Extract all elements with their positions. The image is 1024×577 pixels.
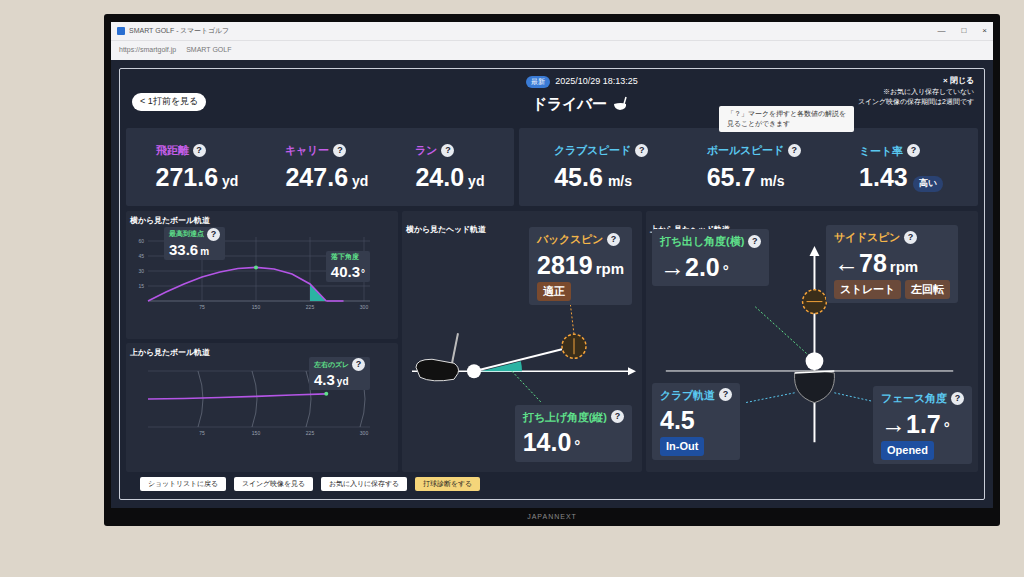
svg-text:225: 225 bbox=[306, 430, 315, 436]
metric-value: →2.0° bbox=[660, 252, 761, 283]
help-icon[interactable]: ? bbox=[904, 231, 917, 244]
window-control[interactable]: — bbox=[937, 25, 945, 37]
top-head-path-panel: 上から見たヘッド軌道打ち出し角度(横)?→2.0°サイドスピン?←78rpmスト… bbox=[646, 211, 978, 472]
svg-text:60: 60 bbox=[138, 238, 144, 244]
svg-text:30: 30 bbox=[138, 268, 144, 274]
metric-badge: 左回転 bbox=[905, 280, 950, 299]
metric-badge: Opened bbox=[881, 441, 934, 460]
help-icon[interactable]: ? bbox=[193, 144, 206, 157]
app: < 1打前を見る 最新 2025/10/29 18:13:25 ドライバー × 閉じる※… bbox=[111, 60, 993, 508]
side-ball-path-panel: 横から見たボール軌道1530456075150225300最高到達点?33.6m… bbox=[126, 211, 398, 339]
svg-text:45: 45 bbox=[138, 253, 144, 259]
side-head-path-panel: 横から見たヘッド軌道バックスピン?2819rpm適正打ち上げ角度(縦)?14.0… bbox=[402, 211, 642, 472]
window-control[interactable]: □ bbox=[961, 25, 966, 37]
footer-button[interactable]: 打球診断をする bbox=[415, 477, 480, 492]
monitor-bezel-bottom: JAPANNEXT bbox=[111, 508, 993, 526]
browser-chrome: SMART GOLF - スマートゴルフ — □ × https://smartgolf… bbox=[111, 22, 993, 60]
help-icon[interactable]: ? bbox=[748, 235, 761, 248]
svg-text:75: 75 bbox=[199, 304, 205, 310]
url-field[interactable]: https://smartgolf.jp bbox=[119, 45, 176, 56]
metric-badge: ストレート bbox=[834, 280, 901, 299]
svg-text:15: 15 bbox=[138, 283, 144, 289]
svg-text:150: 150 bbox=[252, 430, 261, 436]
footer-button[interactable]: ショットリストに戻る bbox=[140, 477, 226, 492]
metric-value: 4.5 bbox=[660, 405, 732, 435]
help-icon[interactable]: ? bbox=[352, 358, 365, 371]
help-icon[interactable]: ? bbox=[635, 144, 648, 157]
metric-label: 打ち出し角度(横)? bbox=[660, 233, 761, 250]
metric-label: クラブ軌道? bbox=[660, 387, 732, 404]
distance-stat: ラン?24.0yd bbox=[415, 142, 484, 192]
window-title: SMART GOLF - スマートゴルフ bbox=[129, 26, 229, 37]
svg-text:300: 300 bbox=[360, 430, 369, 436]
svg-text:75: 75 bbox=[199, 430, 205, 436]
metric-badge: In-Out bbox=[660, 437, 704, 456]
stats-row: 飛距離?271.6yd キャリー?247.6yd ラン?24.0yd クラブスピード?… bbox=[126, 128, 978, 206]
storage-notice: スイング映像の保存期間は2週間です bbox=[858, 97, 974, 107]
help-icon[interactable]: ? bbox=[333, 144, 346, 157]
offset-card: 左右のズレ?4.3yd bbox=[309, 357, 370, 390]
help-icon[interactable]: ? bbox=[907, 144, 920, 157]
sidespin-card: サイドスピン? ←78rpmストレート左回転 bbox=[826, 225, 958, 303]
help-icon[interactable]: ? bbox=[441, 144, 454, 157]
club-path-card: クラブ軌道?4.5 In-Out bbox=[652, 383, 740, 460]
speed-stat: クラブスピード?45.6m/s bbox=[554, 142, 648, 192]
app-icon bbox=[117, 27, 125, 35]
help-icon[interactable]: ? bbox=[788, 144, 801, 157]
top-ball-path-panel: 上から見たボール軌道75150225300左右のズレ?4.3yd bbox=[126, 343, 398, 471]
club-name: ドライバー bbox=[532, 93, 607, 116]
svg-text:225: 225 bbox=[306, 304, 315, 310]
speed-card: クラブスピード?45.6m/s ボールスピード?65.7m/s ミート率?1.43高… bbox=[519, 128, 978, 206]
close-button[interactable]: × 閉じる bbox=[943, 75, 974, 87]
metric-badge: 適正 bbox=[537, 282, 571, 301]
backspin-card: バックスピン? 2819rpm適正 bbox=[529, 227, 632, 305]
monitor-brand: JAPANNEXT bbox=[527, 512, 577, 523]
help-icon[interactable]: ? bbox=[607, 233, 620, 246]
face-angle-card: フェース角度? →1.7°Opened bbox=[873, 386, 972, 464]
apex-card: 最高到達点?33.6m bbox=[164, 227, 225, 260]
window-control[interactable]: × bbox=[982, 25, 987, 37]
distance-stat: キャリー?247.6yd bbox=[285, 142, 368, 192]
header: < 1打前を見る 最新 2025/10/29 18:13:25 ドライバー × 閉じる※… bbox=[126, 73, 978, 123]
launch-horizontal-card: 打ち出し角度(横)? →2.0° bbox=[652, 229, 769, 286]
speed-stat: ボールスピード?65.7m/s bbox=[707, 142, 801, 192]
metric-label: サイドスピン? bbox=[834, 229, 950, 246]
metric-value: ←78rpm bbox=[834, 248, 950, 279]
previous-shot-button[interactable]: < 1打前を見る bbox=[132, 93, 206, 111]
metric-label: フェース角度? bbox=[881, 390, 964, 407]
metric-label: バックスピン? bbox=[537, 231, 624, 248]
help-tooltip: 「？」マークを押すと各数値の解説を見ることができます bbox=[719, 106, 854, 132]
metric-value: 14.0° bbox=[523, 427, 624, 458]
driver-icon bbox=[611, 96, 631, 112]
analysis-panels: 横から見たボール軌道1530456075150225300最高到達点?33.6m… bbox=[126, 211, 978, 472]
latest-badge: 最新 bbox=[526, 76, 550, 89]
browser-tab[interactable]: SMART GOLF bbox=[186, 45, 231, 56]
help-icon[interactable]: ? bbox=[951, 392, 964, 405]
metric-label: 打ち上げ角度(縦)? bbox=[523, 409, 624, 426]
rating-badge: 高い bbox=[913, 176, 943, 192]
help-icon[interactable]: ? bbox=[719, 388, 732, 401]
speed-stat: ミート率?1.43高い bbox=[859, 143, 943, 192]
footer-button[interactable]: お気に入りに保存する bbox=[321, 477, 407, 492]
launch-vertical-card: 打ち上げ角度(縦)?14.0° bbox=[515, 405, 632, 462]
distance-stat: 飛距離?271.6yd bbox=[156, 142, 239, 192]
help-icon[interactable]: ? bbox=[207, 228, 220, 241]
footer-buttons: ショットリストに戻るスイング映像を見るお気に入りに保存する打球診断をする bbox=[126, 477, 978, 492]
shot-datetime: 2025/10/29 18:13:25 bbox=[555, 75, 638, 89]
scene: SMART GOLF - スマートゴルフ — □ × https://smartgolf… bbox=[0, 0, 1024, 577]
help-icon[interactable]: ? bbox=[611, 410, 624, 423]
screen: SMART GOLF - スマートゴルフ — □ × https://smartgolf… bbox=[111, 22, 993, 508]
storage-notice: ※お気に入り保存していない bbox=[883, 87, 974, 97]
svg-text:300: 300 bbox=[360, 304, 369, 310]
distance-card: 飛距離?271.6yd キャリー?247.6yd ラン?24.0yd bbox=[126, 128, 514, 206]
landing-angle-card: 落下角度40.3° bbox=[326, 251, 370, 282]
footer-button[interactable]: スイング映像を見る bbox=[234, 477, 313, 492]
metric-value: 2819rpm bbox=[537, 250, 624, 281]
metric-value: →1.7° bbox=[881, 409, 964, 440]
monitor: SMART GOLF - スマートゴルフ — □ × https://smartgolf… bbox=[104, 14, 1000, 526]
svg-text:150: 150 bbox=[252, 304, 261, 310]
